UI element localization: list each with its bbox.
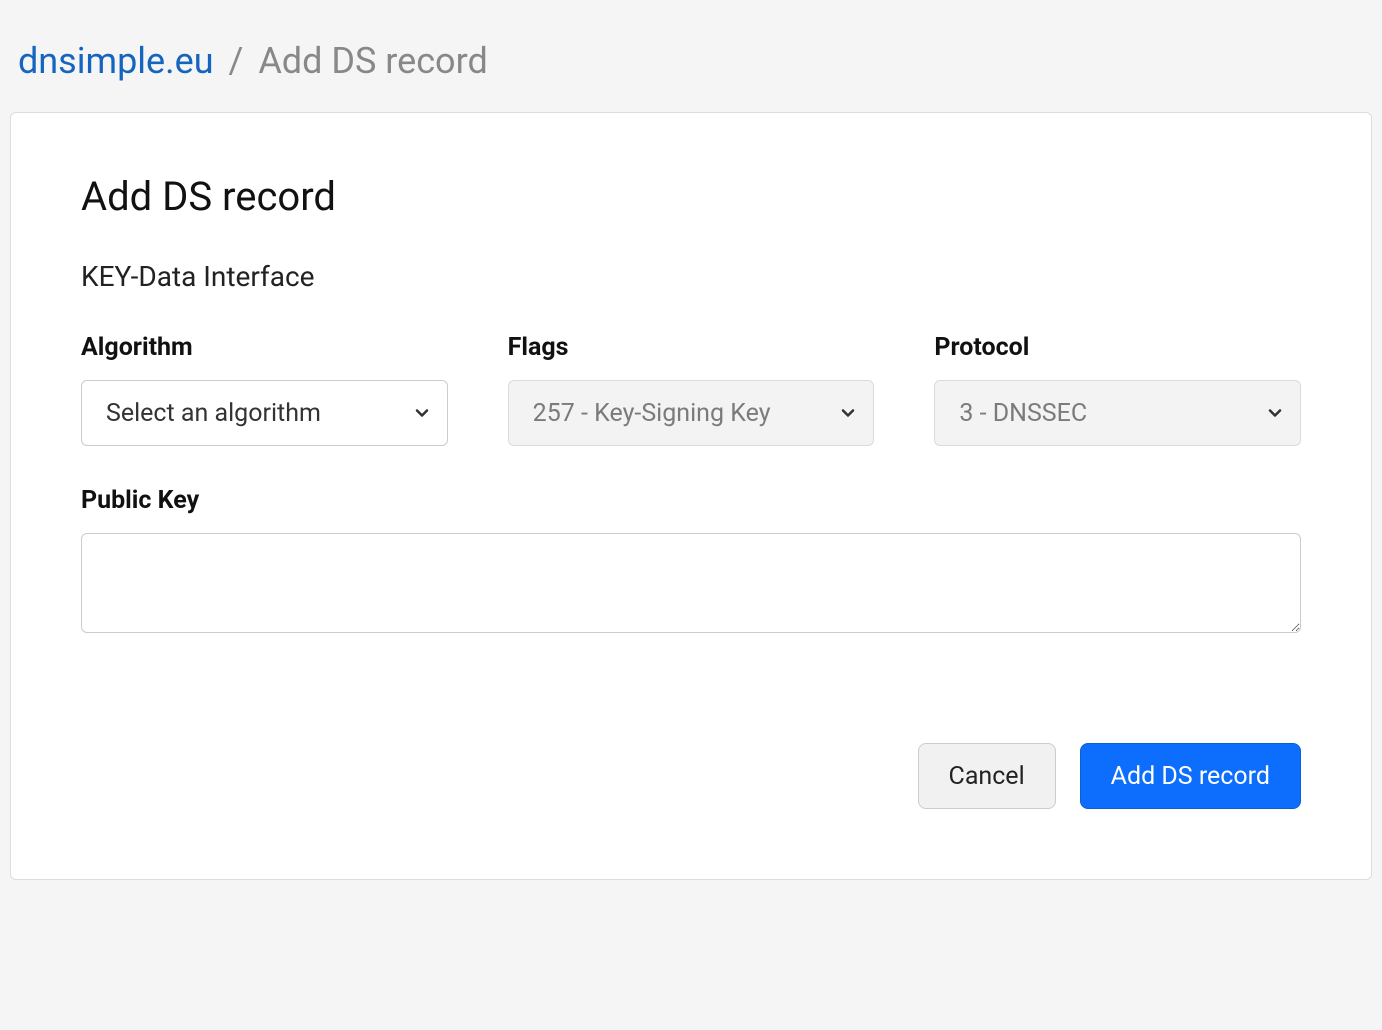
protocol-select[interactable]: 3 - DNSSEC xyxy=(934,380,1301,446)
public-key-label: Public Key xyxy=(81,486,1301,515)
cancel-button[interactable]: Cancel xyxy=(918,743,1056,809)
breadcrumb: dnsimple.eu / Add DS record xyxy=(10,10,1372,112)
breadcrumb-separator: / xyxy=(229,40,244,82)
algorithm-select[interactable]: Select an algorithm xyxy=(81,380,448,446)
form-actions: Cancel Add DS record xyxy=(81,743,1301,809)
field-algorithm: Algorithm Select an algorithm xyxy=(81,333,448,446)
public-key-textarea[interactable] xyxy=(81,533,1301,633)
form-card: Add DS record KEY-Data Interface Algorit… xyxy=(10,112,1372,880)
breadcrumb-domain-link[interactable]: dnsimple.eu xyxy=(18,40,214,82)
field-public-key: Public Key xyxy=(81,486,1301,633)
flags-label: Flags xyxy=(508,333,875,362)
flags-select[interactable]: 257 - Key-Signing Key xyxy=(508,380,875,446)
algorithm-label: Algorithm xyxy=(81,333,448,362)
breadcrumb-current: Add DS record xyxy=(258,40,487,82)
page-title: Add DS record xyxy=(81,173,1301,220)
field-flags: Flags 257 - Key-Signing Key xyxy=(508,333,875,446)
protocol-label: Protocol xyxy=(934,333,1301,362)
field-protocol: Protocol 3 - DNSSEC xyxy=(934,333,1301,446)
submit-button[interactable]: Add DS record xyxy=(1080,743,1301,809)
section-title: KEY-Data Interface xyxy=(81,260,1301,293)
